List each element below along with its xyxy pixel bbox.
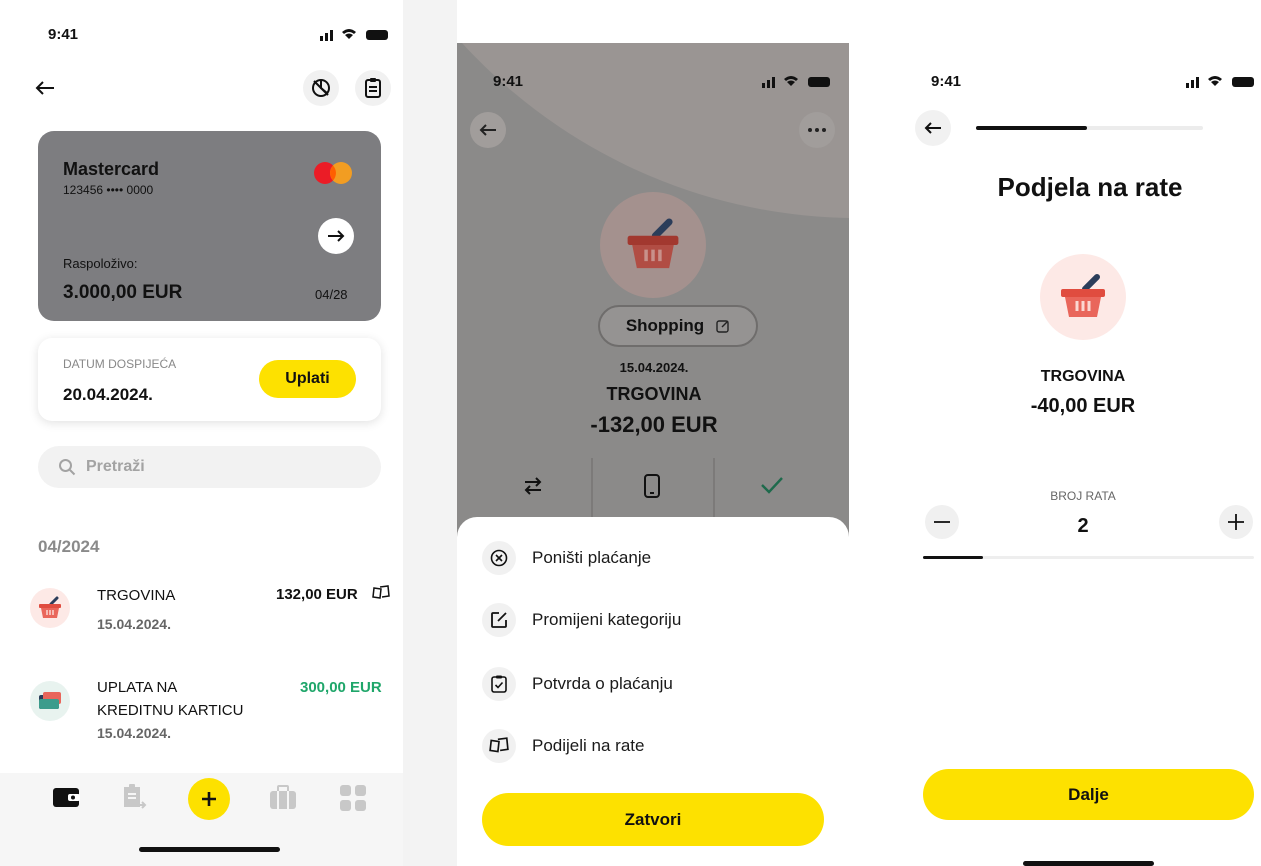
grid-icon[interactable] [339, 784, 367, 812]
pie-chart-icon [310, 77, 332, 99]
status-icons [762, 74, 834, 88]
divider [713, 458, 715, 518]
plus-icon [201, 791, 217, 807]
transaction-date: 15.04.2024. [97, 725, 171, 741]
decrement-button[interactable] [925, 505, 959, 539]
edit-icon [716, 319, 730, 333]
close-button[interactable]: Zatvori [482, 793, 824, 846]
card-number: 123456 •••• 0000 [63, 183, 154, 197]
search-input[interactable]: Pretraži [38, 446, 381, 488]
gap-divider [849, 0, 903, 866]
category-avatar [1040, 254, 1126, 340]
divider [591, 458, 593, 518]
card-payment-icon [30, 681, 70, 721]
status-icons [1186, 74, 1258, 88]
menu-item-change-category[interactable]: Promijeni kategoriju [482, 600, 681, 640]
split-cards-icon [482, 729, 516, 763]
status-time: 9:41 [931, 73, 962, 90]
transaction-title-line2: KREDITNU KARTICU [97, 702, 244, 719]
menu-item-split-installments[interactable]: Podijeli na rate [482, 726, 644, 766]
due-date-card: DATUM DOSPIJEĆA 20.04.2024. Uplati [38, 338, 381, 421]
more-dots-icon [808, 128, 826, 132]
home-indicator [139, 847, 280, 852]
menu-item-cancel-payment[interactable]: Poništi plaćanje [482, 538, 651, 578]
document-transfer-icon[interactable] [121, 783, 147, 811]
card-expiry: 04/28 [315, 287, 348, 302]
menu-item-label: Potvrda o plaćanju [532, 674, 673, 693]
menu-item-label: Promijeni kategoriju [532, 610, 682, 629]
transaction-amount: 132,00 EUR [276, 586, 358, 603]
arrow-left-icon [35, 80, 55, 96]
card-details-button[interactable] [318, 218, 354, 254]
due-date-value: 20.04.2024. [63, 385, 153, 404]
category-avatar [600, 192, 706, 298]
minus-icon [934, 521, 950, 523]
installments-value: 2 [1077, 515, 1089, 537]
basket-icon [1057, 273, 1109, 321]
installments-slider[interactable] [923, 556, 1254, 559]
category-label: Shopping [625, 316, 705, 335]
month-header: 04/2024 [38, 537, 100, 556]
back-button[interactable] [470, 112, 506, 148]
clipboard-icon [363, 77, 383, 99]
progress-bar [976, 126, 1203, 130]
more-button[interactable] [799, 112, 835, 148]
status-time: 9:41 [48, 26, 79, 43]
wallet-icon[interactable] [52, 785, 82, 809]
next-button[interactable]: Dalje [923, 769, 1254, 820]
due-date-label: DATUM DOSPIJEĆA [63, 357, 177, 371]
back-button[interactable] [915, 110, 951, 146]
arrow-right-icon [327, 229, 345, 243]
transaction-title: TRGOVINA [97, 587, 176, 604]
status-time: 9:41 [493, 73, 524, 90]
arrow-left-icon [924, 121, 942, 135]
status-icons [320, 27, 392, 41]
basket-icon [30, 588, 70, 628]
page-title: Podjela na rate [997, 172, 1183, 202]
statement-button[interactable] [355, 70, 391, 106]
installments-label: BROJ RATA [1050, 489, 1116, 503]
cancel-circle-icon [482, 541, 516, 575]
menu-item-label: Poništi plaćanje [532, 548, 652, 567]
list-item[interactable]: TRGOVINA 15.04.2024. 132,00 EUR [30, 582, 390, 638]
transaction-amount: -40,00 EUR [1030, 395, 1136, 417]
merchant-name: TRGOVINA [606, 384, 702, 404]
available-label: Raspoloživo: [63, 256, 138, 271]
back-button[interactable] [28, 71, 62, 105]
transaction-amount: -132,00 EUR [590, 412, 718, 437]
mobile-phone-icon[interactable] [644, 474, 660, 498]
pay-button[interactable]: Uplati [259, 360, 356, 398]
receipt-check-icon [482, 667, 516, 701]
progress-fill [976, 126, 1088, 130]
slider-fill [923, 556, 983, 559]
transaction-amount: 300,00 EUR [300, 679, 382, 696]
transaction-date: 15.04.2024. [619, 360, 689, 375]
transaction-date: 15.04.2024. [97, 616, 171, 632]
search-icon [58, 458, 76, 476]
split-cards-icon [372, 585, 390, 601]
add-button[interactable] [188, 778, 230, 820]
plus-icon [1228, 514, 1244, 530]
edit-icon [482, 603, 516, 637]
basket-icon [623, 217, 683, 273]
briefcase-icon[interactable] [268, 785, 298, 811]
mastercard-logo-icon [313, 161, 353, 185]
merchant-name: TRGOVINA [1040, 368, 1126, 385]
menu-item-label: Podijeli na rate [532, 736, 645, 755]
search-placeholder: Pretraži [86, 458, 145, 475]
list-item[interactable]: UPLATA NA KREDITNU KARTICU 15.04.2024. 3… [30, 675, 390, 745]
available-amount: 3.000,00 EUR [63, 282, 183, 303]
transaction-title-line1: UPLATA NA [97, 679, 178, 696]
credit-card[interactable]: Mastercard 123456 •••• 0000 Raspoloživo:… [38, 131, 381, 321]
statistics-button[interactable] [303, 70, 339, 106]
arrow-left-icon [479, 123, 497, 137]
menu-item-payment-receipt[interactable]: Potvrda o plaćanju [482, 664, 673, 704]
transfer-arrows-icon[interactable] [523, 477, 543, 495]
check-icon[interactable] [760, 476, 784, 494]
card-brand: Mastercard [63, 159, 160, 179]
increment-button[interactable] [1219, 505, 1253, 539]
gap-divider [403, 0, 457, 866]
category-chip[interactable]: Shopping [598, 305, 758, 347]
home-indicator [1023, 861, 1154, 866]
